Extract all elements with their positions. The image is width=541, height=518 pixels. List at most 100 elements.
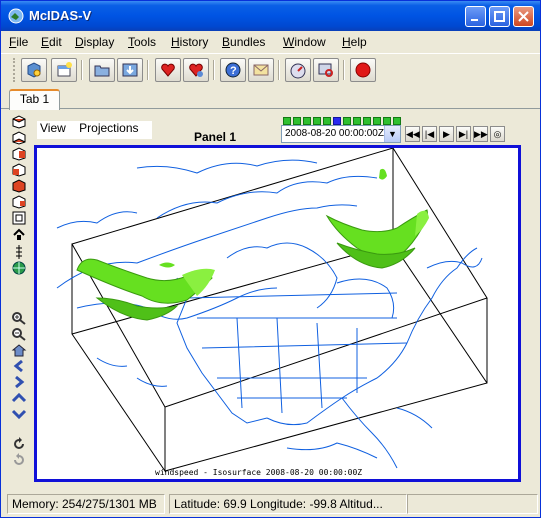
- projections-menu[interactable]: Projections: [79, 121, 138, 135]
- folder-open-icon: [94, 65, 110, 77]
- play-button[interactable]: ▶: [439, 126, 454, 142]
- isosurface-small: [159, 262, 175, 268]
- display-label: windspeed - Isosurface 2008-08-20 00:00:…: [155, 468, 362, 477]
- save-bundle-icon: [122, 63, 138, 77]
- cube-view-bottom-icon[interactable]: [11, 131, 27, 145]
- app-icon: [8, 8, 24, 24]
- envelope-icon: [253, 64, 269, 76]
- home-icon[interactable]: [11, 343, 27, 357]
- isosurface-east: [325, 168, 429, 269]
- toolbar-separator: [213, 60, 215, 80]
- menu-display[interactable]: Display: [75, 35, 114, 49]
- data-explorer-icon: [27, 62, 41, 78]
- time-step-dot[interactable]: [283, 117, 291, 125]
- support-request-button[interactable]: [248, 58, 274, 82]
- toolbar-separator: [81, 60, 83, 80]
- time-step-dot[interactable]: [383, 117, 391, 125]
- tab-1[interactable]: Tab 1: [9, 89, 60, 110]
- rewind-icon: ◀◀: [406, 129, 420, 139]
- new-window-icon: [57, 62, 72, 77]
- step-back-icon: |◀: [424, 129, 435, 139]
- time-step-dot[interactable]: [363, 117, 371, 125]
- performance-button[interactable]: [285, 58, 311, 82]
- menu-file[interactable]: File: [9, 35, 28, 49]
- toolbar-separator: [147, 60, 149, 80]
- favorites-button[interactable]: [155, 58, 181, 82]
- maximize-button[interactable]: [489, 6, 510, 27]
- cube-view-top-icon[interactable]: [11, 115, 27, 129]
- map-scene: windspeed - Isosurface 2008-08-20 00:00:…: [56, 148, 488, 477]
- title-bar[interactable]: McIDAS-V: [1, 1, 540, 31]
- open-button[interactable]: [89, 58, 115, 82]
- cube-view-south-icon[interactable]: [11, 179, 27, 193]
- toolbar-separator: [278, 60, 280, 80]
- menu-history[interactable]: History: [171, 35, 208, 49]
- menu-edit[interactable]: Edit: [41, 35, 62, 49]
- step-forward-icon: ▶|: [458, 129, 469, 139]
- vertical-scale-icon[interactable]: [11, 245, 27, 259]
- map-viewport[interactable]: windspeed - Isosurface 2008-08-20 00:00:…: [34, 145, 521, 482]
- status-filler: [407, 494, 538, 514]
- zoom-in-icon[interactable]: [11, 311, 27, 325]
- zoom-out-icon[interactable]: [11, 327, 27, 341]
- minimize-button[interactable]: [465, 6, 486, 27]
- reset-view-icon[interactable]: [11, 211, 27, 225]
- play-icon: ▶: [443, 129, 450, 139]
- menu-bundles[interactable]: Bundles: [222, 35, 265, 49]
- last-frame-button[interactable]: ▶▶: [473, 126, 488, 142]
- data-explorer-button[interactable]: [21, 58, 47, 82]
- memory-monitor-button[interactable]: [313, 58, 339, 82]
- svg-text:?: ?: [230, 65, 237, 77]
- cube-view-east-icon[interactable]: [11, 163, 27, 177]
- favorites-manage-button[interactable]: [183, 58, 209, 82]
- cube-view-north-icon[interactable]: [11, 147, 27, 161]
- time-dropdown-arrow[interactable]: ▼: [384, 126, 400, 142]
- time-step-dot[interactable]: [333, 117, 341, 125]
- time-step-dot[interactable]: [303, 117, 311, 125]
- time-step-dot[interactable]: [293, 117, 301, 125]
- stop-button[interactable]: [350, 58, 376, 82]
- gauge-icon: [290, 63, 306, 79]
- time-value: 2008-08-20 00:00:00Z: [285, 128, 384, 139]
- time-step-dot[interactable]: [373, 117, 381, 125]
- time-step-dot[interactable]: [353, 117, 361, 125]
- toolbar-grip[interactable]: [13, 58, 16, 82]
- main-window: McIDAS-V File Edit Display Tools History…: [0, 0, 541, 518]
- new-window-button[interactable]: [51, 58, 77, 82]
- globe-icon[interactable]: [11, 261, 27, 275]
- undo-view-icon[interactable]: [11, 437, 27, 451]
- view-menu[interactable]: View: [40, 121, 66, 135]
- help-button[interactable]: ?: [220, 58, 246, 82]
- rotate-tilt-icon[interactable]: [11, 227, 27, 241]
- time-step-dot[interactable]: [313, 117, 321, 125]
- minimize-icon: [471, 19, 478, 21]
- menu-window[interactable]: Window: [283, 35, 326, 49]
- animation-properties-button[interactable]: ◎: [490, 126, 505, 142]
- time-step-dot[interactable]: [343, 117, 351, 125]
- time-step-dot[interactable]: [323, 117, 331, 125]
- redo-view-icon[interactable]: [11, 453, 27, 467]
- maximize-icon: [494, 11, 505, 22]
- step-forward-button[interactable]: ▶|: [456, 126, 471, 142]
- pan-left-icon[interactable]: [11, 359, 27, 373]
- close-button[interactable]: [513, 6, 534, 27]
- location-status: Latitude: 69.9 Longitude: -99.8 Altitud.…: [169, 494, 407, 514]
- step-back-button[interactable]: |◀: [422, 126, 437, 142]
- time-step-indicator[interactable]: [283, 114, 403, 125]
- menu-bar: File Edit Display Tools History Bundles …: [1, 31, 540, 53]
- menu-tools[interactable]: Tools: [128, 35, 156, 49]
- help-icon: ?: [225, 62, 241, 78]
- fast-forward-icon: ▶▶: [474, 129, 488, 139]
- time-step-dot[interactable]: [393, 117, 401, 125]
- save-button[interactable]: [117, 58, 143, 82]
- display-panel: View Projections Panel 1 2008-08-20 00:0…: [7, 111, 536, 489]
- pan-down-icon[interactable]: [11, 407, 27, 421]
- pan-right-icon[interactable]: [11, 375, 27, 389]
- tab-strip: Tab 1: [1, 87, 540, 110]
- time-selector[interactable]: 2008-08-20 00:00:00Z ▼: [281, 125, 401, 143]
- cube-view-west-icon[interactable]: [11, 195, 27, 209]
- memory-status[interactable]: Memory: 254/275/1301 MB: [7, 494, 165, 514]
- menu-help[interactable]: Help: [342, 35, 367, 49]
- pan-up-icon[interactable]: [11, 391, 27, 405]
- first-frame-button[interactable]: ◀◀: [405, 126, 420, 142]
